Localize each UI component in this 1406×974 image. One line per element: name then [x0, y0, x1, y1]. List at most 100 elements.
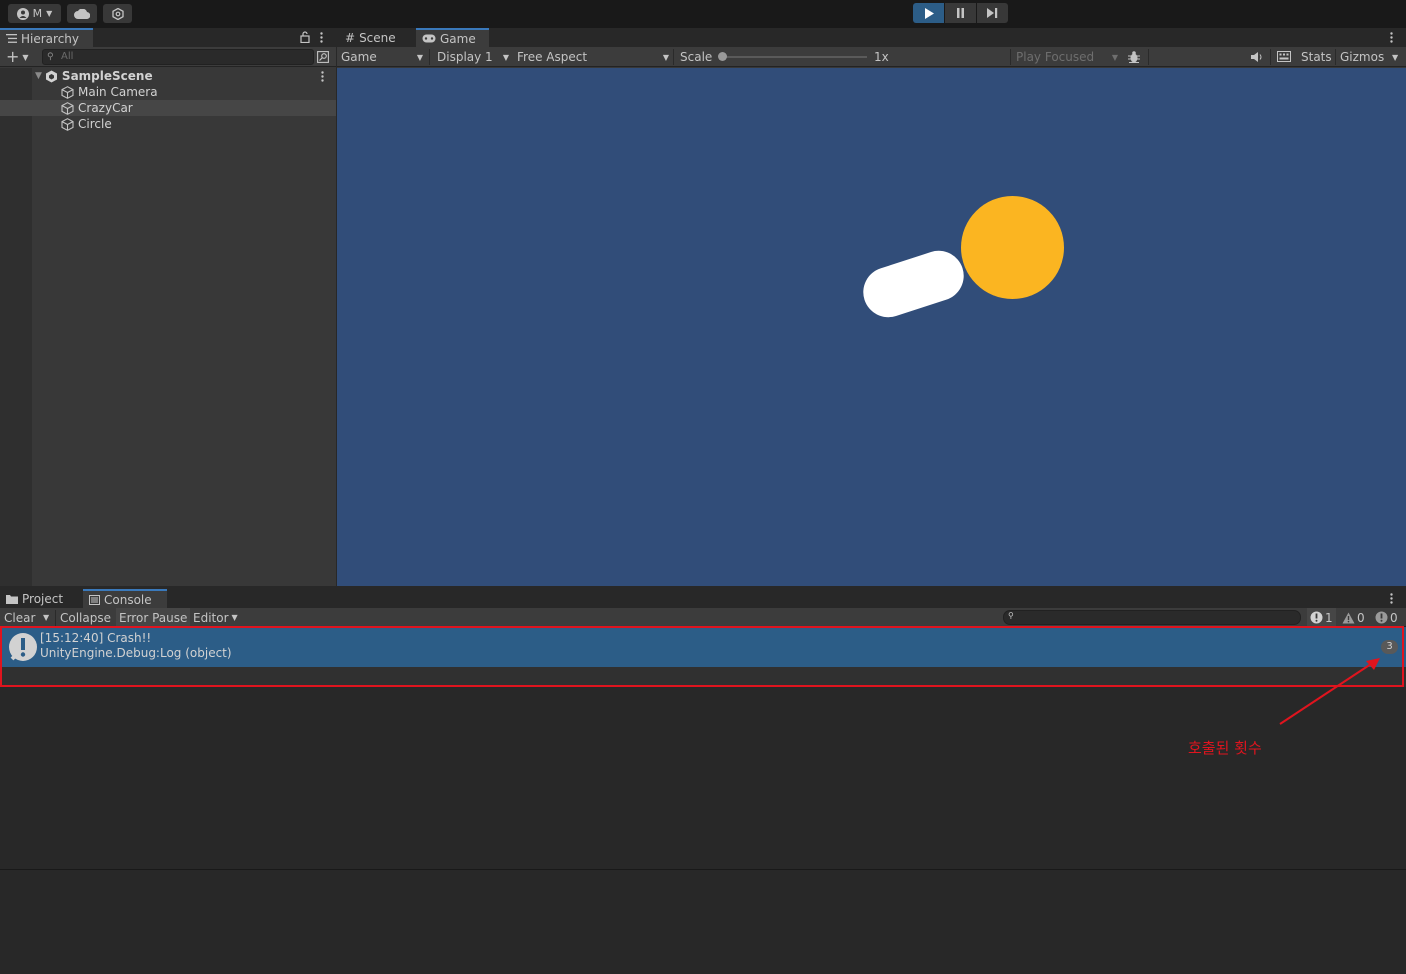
clear-options-chevron-down-icon[interactable]: ▼	[40, 608, 52, 627]
scene-menu-icon[interactable]	[321, 71, 324, 82]
play-mode-dropdown[interactable]: Play Focused ▼	[1016, 47, 1118, 67]
tab-game-label: Game	[440, 31, 476, 46]
game-viewport[interactable]	[337, 68, 1406, 586]
scene-row[interactable]: ▼ SampleScene	[0, 68, 336, 84]
tab-scene[interactable]: # Scene	[339, 28, 415, 47]
stats-button[interactable]: Stats	[1301, 47, 1332, 67]
info-filter-toggle[interactable]: 1	[1307, 608, 1336, 627]
tab-game[interactable]: Game	[416, 28, 489, 47]
chevron-down-icon: ▼	[231, 613, 238, 622]
console-search-input[interactable]: ⚲	[1003, 610, 1301, 625]
editor-dropdown[interactable]: Editor ▼	[190, 608, 241, 627]
scale-value: 1x	[874, 50, 889, 64]
gizmos-button[interactable]: Gizmos	[1340, 47, 1384, 67]
error-icon	[1375, 611, 1388, 624]
editor-label: Editor	[193, 610, 229, 625]
divider	[429, 49, 430, 65]
list-icon	[6, 34, 17, 43]
account-icon	[16, 7, 29, 20]
hierarchy-item-crazycar[interactable]: CrazyCar	[0, 100, 336, 116]
circle-sprite	[961, 196, 1064, 299]
search-placeholder: All	[61, 51, 74, 62]
display-dropdown[interactable]: Display 1 ▼	[437, 47, 509, 67]
tab-console[interactable]: Console	[83, 589, 167, 608]
chevron-down-icon: ▼	[22, 52, 29, 62]
tab-console-label: Console	[104, 592, 152, 607]
scene-search-icon[interactable]	[317, 51, 329, 63]
gameobject-cube-icon	[61, 101, 74, 115]
hierarchy-item-main-camera[interactable]: Main Camera	[0, 84, 336, 100]
gameobject-cube-icon	[61, 117, 74, 131]
error-pause-button[interactable]: Error Pause	[116, 608, 191, 627]
divider	[1335, 49, 1336, 65]
tab-hierarchy[interactable]: Hierarchy	[0, 28, 93, 47]
hierarchy-item-label: Circle	[78, 117, 112, 131]
aspect-dropdown[interactable]: Free Aspect ▼	[517, 47, 669, 67]
error-filter-toggle[interactable]: 0	[1372, 608, 1401, 627]
gameobject-cube-icon	[61, 85, 74, 99]
hierarchy-item-label: Main Camera	[78, 85, 158, 99]
hierarchy-item-label: CrazyCar	[78, 101, 133, 115]
tab-project-label: Project	[22, 591, 64, 606]
main-toolbar: M ▼	[0, 0, 1406, 28]
create-button[interactable]: + ▼	[6, 49, 29, 65]
scale-slider-handle[interactable]	[718, 52, 727, 61]
caret-down-icon: ▼	[35, 71, 42, 81]
cloud-icon	[74, 8, 90, 19]
chevron-down-icon: ▼	[416, 52, 423, 62]
crazycar-capsule	[856, 244, 971, 324]
game-tabbar: # Scene Game	[337, 28, 1406, 47]
game-panel: # Scene Game Game ▼ Display 1 ▼ Free Asp…	[337, 28, 1406, 586]
account-label: M	[32, 7, 43, 20]
search-icon: ⚲	[47, 52, 54, 62]
warning-filter-toggle[interactable]: 0	[1339, 608, 1368, 627]
search-icon: ⚲	[1008, 611, 1014, 620]
gizmos-chevron-down-icon[interactable]: ▼	[1392, 47, 1398, 67]
divider	[1148, 49, 1149, 65]
pause-button[interactable]	[945, 3, 976, 23]
display-label: Display 1	[437, 50, 493, 64]
hierarchy-toolbar: + ▼ ⚲ All	[0, 47, 336, 67]
step-button[interactable]	[977, 3, 1008, 23]
hierarchy-search-input[interactable]: ⚲ All	[42, 49, 314, 65]
speaker-icon[interactable]	[1250, 51, 1264, 63]
divider	[673, 49, 674, 65]
lock-icon[interactable]	[300, 31, 310, 43]
play-button[interactable]	[913, 3, 944, 23]
clear-button[interactable]: Clear	[1, 608, 38, 627]
kebab-menu-icon[interactable]	[1390, 32, 1393, 43]
kebab-menu-icon[interactable]	[320, 32, 323, 43]
info-count: 1	[1325, 610, 1333, 625]
annotation-highlight-box	[0, 626, 1404, 687]
hierarchy-tabbar: Hierarchy	[0, 28, 336, 47]
tab-project[interactable]: Project	[0, 589, 80, 608]
view-mode-dropdown[interactable]: Game ▼	[341, 47, 425, 67]
chevron-down-icon: ▼	[502, 52, 509, 62]
console-icon	[89, 594, 100, 605]
divider	[55, 610, 56, 626]
chevron-down-icon: ▼	[662, 52, 669, 62]
kebab-menu-icon[interactable]	[1390, 593, 1393, 604]
bug-icon[interactable]	[1127, 50, 1141, 64]
plus-icon: +	[6, 47, 20, 66]
hierarchy-panel: Hierarchy + ▼ ⚲ All ▼ SampleScene Main C…	[0, 28, 336, 586]
services-icon	[111, 7, 124, 20]
annotation-label: 호출된 횟수	[1188, 739, 1262, 757]
account-dropdown[interactable]: M ▼	[8, 4, 61, 23]
error-count: 0	[1390, 610, 1398, 625]
scale-slider-track[interactable]	[719, 56, 867, 58]
cloud-button[interactable]	[67, 4, 97, 23]
hierarchy-gutter	[0, 68, 32, 586]
aspect-label: Free Aspect	[517, 50, 588, 64]
scale-label: Scale	[680, 50, 713, 64]
collapse-button[interactable]: Collapse	[57, 608, 114, 627]
keyboard-icon[interactable]	[1277, 51, 1291, 62]
tab-scene-label: Scene	[359, 30, 396, 45]
warning-icon	[1342, 612, 1355, 623]
pause-icon	[957, 8, 964, 18]
console-detail-divider[interactable]	[0, 869, 1406, 870]
folder-icon	[6, 594, 18, 604]
console-toolbar: Clear ▼ Collapse Error Pause Editor ▼ ⚲ …	[0, 608, 1406, 627]
hierarchy-item-circle[interactable]: Circle	[0, 116, 336, 132]
collab-button[interactable]	[103, 4, 132, 23]
